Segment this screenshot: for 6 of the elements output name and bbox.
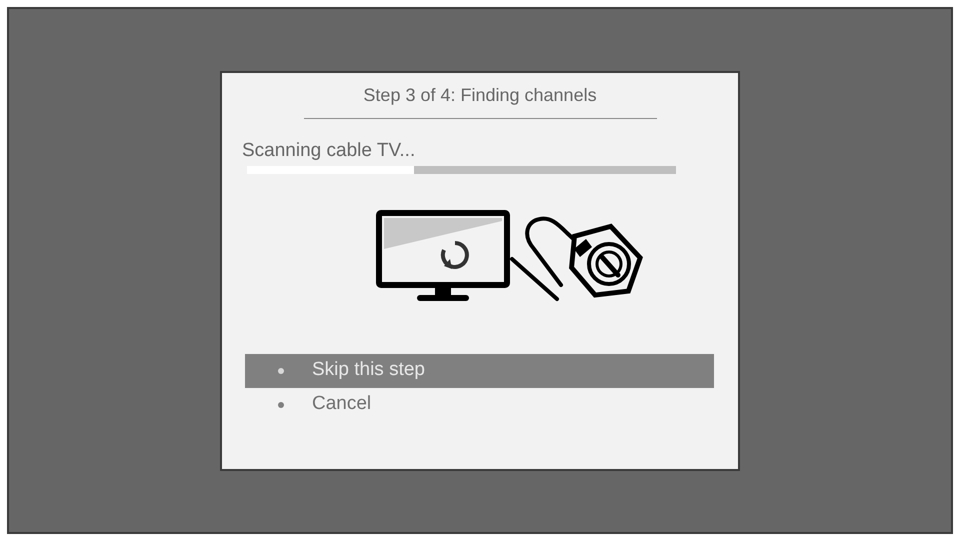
bullet-icon [278, 368, 284, 374]
dialog-title: Step 3 of 4: Finding channels [363, 84, 597, 106]
scan-status: Scanning cable TV... [242, 138, 416, 162]
menu-option[interactable]: Cancel [245, 388, 714, 422]
bullet-icon [278, 402, 284, 408]
menu-option[interactable]: Skip this step [245, 354, 714, 388]
